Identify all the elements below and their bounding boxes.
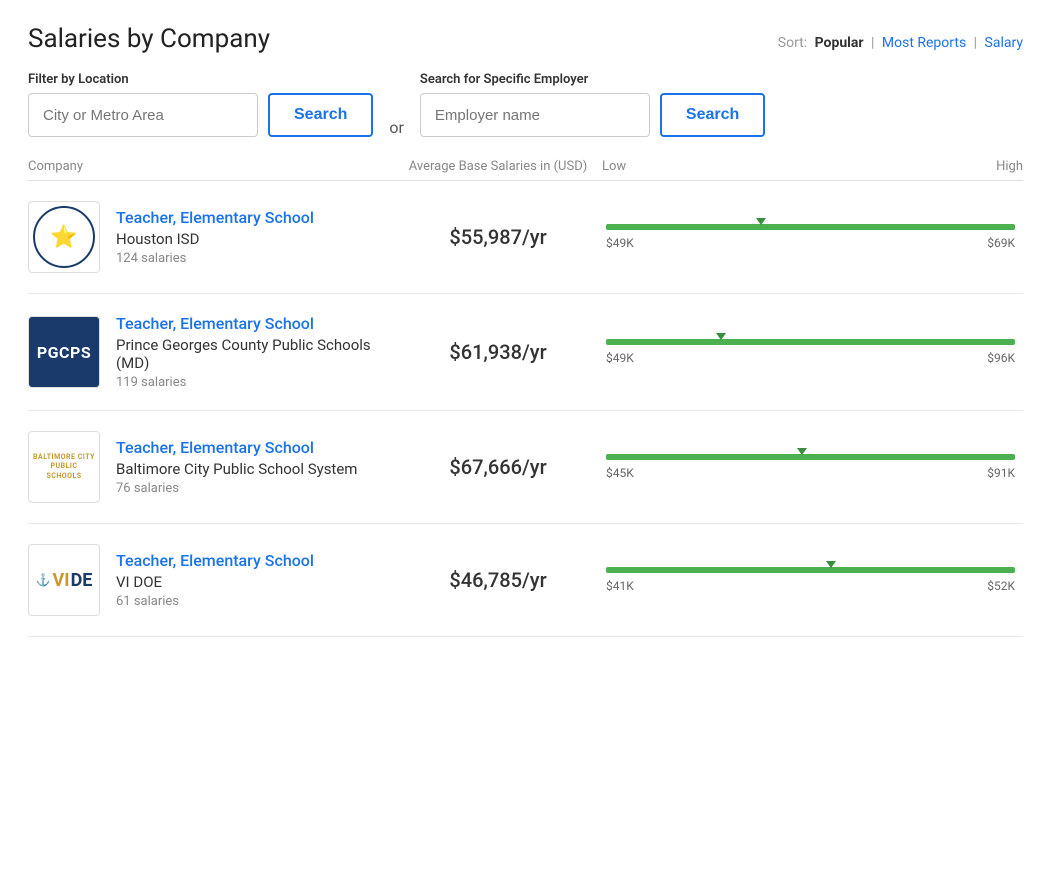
salary-bar xyxy=(606,339,1015,345)
filters-row: Filter by Location Search or Search for … xyxy=(28,72,1023,137)
bar-labels: $49K $96K xyxy=(606,351,1015,365)
bar-marker xyxy=(756,218,766,225)
salary-bar-cell: $49K $69K xyxy=(598,224,1023,250)
salary-count: 124 salaries xyxy=(116,251,314,266)
page-title: Salaries by Company xyxy=(28,24,270,54)
low-label: $49K xyxy=(606,351,634,365)
bar-marker xyxy=(716,333,726,340)
employer-input[interactable] xyxy=(420,93,650,137)
or-divider: or xyxy=(373,98,420,137)
salary-rows-container: ⭐ Teacher, Elementary School Houston ISD… xyxy=(28,181,1023,637)
company-cell: BALTIMORE CITYPUBLIC SCHOOLS Teacher, El… xyxy=(28,431,398,503)
company-logo: BALTIMORE CITYPUBLIC SCHOOLS xyxy=(28,431,100,503)
bar-marker xyxy=(826,561,836,568)
table-row: PGCPS Teacher, Elementary School Prince … xyxy=(28,294,1023,411)
company-name: Baltimore City Public School System xyxy=(116,460,357,478)
low-label: $41K xyxy=(606,579,634,593)
location-filter-label: Filter by Location xyxy=(28,72,373,87)
salary-count: 61 salaries xyxy=(116,594,314,609)
low-label: $45K xyxy=(606,466,634,480)
salary-bar xyxy=(606,567,1015,573)
employer-filter-group: Search for Specific Employer Search xyxy=(420,72,765,137)
salary-bar-cell: $41K $52K xyxy=(598,567,1023,593)
salary-bar-cell: $45K $91K xyxy=(598,454,1023,480)
col-header-high: High xyxy=(943,159,1023,174)
table-row: ⭐ Teacher, Elementary School Houston ISD… xyxy=(28,181,1023,294)
high-label: $52K xyxy=(987,579,1015,593)
company-name: Prince Georges County Public Schools (MD… xyxy=(116,336,398,372)
avg-salary: $67,666/yr xyxy=(398,455,598,479)
avg-salary: $61,938/yr xyxy=(398,340,598,364)
company-info: Teacher, Elementary School VI DOE 61 sal… xyxy=(116,551,314,609)
bar-labels: $49K $69K xyxy=(606,236,1015,250)
sort-bar: Sort: Popular | Most Reports | Salary xyxy=(774,35,1023,51)
salary-count: 119 salaries xyxy=(116,375,398,390)
company-cell: PGCPS Teacher, Elementary School Prince … xyxy=(28,314,398,390)
company-logo: ⭐ xyxy=(28,201,100,273)
sort-label: Sort: xyxy=(778,35,807,51)
sort-most-reports[interactable]: Most Reports xyxy=(882,35,966,51)
job-title-link[interactable]: Teacher, Elementary School xyxy=(116,314,398,333)
location-input[interactable] xyxy=(28,93,258,137)
col-header-low: Low xyxy=(598,159,943,174)
job-title-link[interactable]: Teacher, Elementary School xyxy=(116,551,314,570)
company-name: VI DOE xyxy=(116,573,314,591)
table-row: ⚓ VIDE Teacher, Elementary School VI DOE… xyxy=(28,524,1023,637)
page-header: Salaries by Company Sort: Popular | Most… xyxy=(28,24,1023,54)
bar-marker xyxy=(797,448,807,455)
company-info: Teacher, Elementary School Baltimore Cit… xyxy=(116,438,357,496)
table-row: BALTIMORE CITYPUBLIC SCHOOLS Teacher, El… xyxy=(28,411,1023,524)
company-info: Teacher, Elementary School Prince George… xyxy=(116,314,398,390)
high-label: $91K xyxy=(987,466,1015,480)
salary-bar-cell: $49K $96K xyxy=(598,339,1023,365)
location-filter-group: Filter by Location Search xyxy=(28,72,373,137)
company-cell: ⭐ Teacher, Elementary School Houston ISD… xyxy=(28,201,398,273)
location-input-row: Search xyxy=(28,93,373,137)
col-header-company: Company xyxy=(28,159,398,174)
location-search-button[interactable]: Search xyxy=(268,93,373,137)
employer-input-row: Search xyxy=(420,93,765,137)
high-label: $96K xyxy=(987,351,1015,365)
low-label: $49K xyxy=(606,236,634,250)
avg-salary: $55,987/yr xyxy=(398,225,598,249)
sort-salary[interactable]: Salary xyxy=(985,35,1023,51)
col-header-avg: Average Base Salaries in (USD) xyxy=(398,159,598,174)
job-title-link[interactable]: Teacher, Elementary School xyxy=(116,208,314,227)
salary-bar xyxy=(606,224,1015,230)
employer-search-button[interactable]: Search xyxy=(660,93,765,137)
company-name: Houston ISD xyxy=(116,230,314,248)
company-logo: ⚓ VIDE xyxy=(28,544,100,616)
bar-labels: $41K $52K xyxy=(606,579,1015,593)
avg-salary: $46,785/yr xyxy=(398,568,598,592)
job-title-link[interactable]: Teacher, Elementary School xyxy=(116,438,357,457)
company-info: Teacher, Elementary School Houston ISD 1… xyxy=(116,208,314,266)
salary-count: 76 salaries xyxy=(116,481,357,496)
employer-filter-label: Search for Specific Employer xyxy=(420,72,765,87)
sort-popular[interactable]: Popular xyxy=(815,35,864,51)
high-label: $69K xyxy=(987,236,1015,250)
table-header: Company Average Base Salaries in (USD) L… xyxy=(28,153,1023,181)
company-logo: PGCPS xyxy=(28,316,100,388)
bar-labels: $45K $91K xyxy=(606,466,1015,480)
company-cell: ⚓ VIDE Teacher, Elementary School VI DOE… xyxy=(28,544,398,616)
salary-bar xyxy=(606,454,1015,460)
